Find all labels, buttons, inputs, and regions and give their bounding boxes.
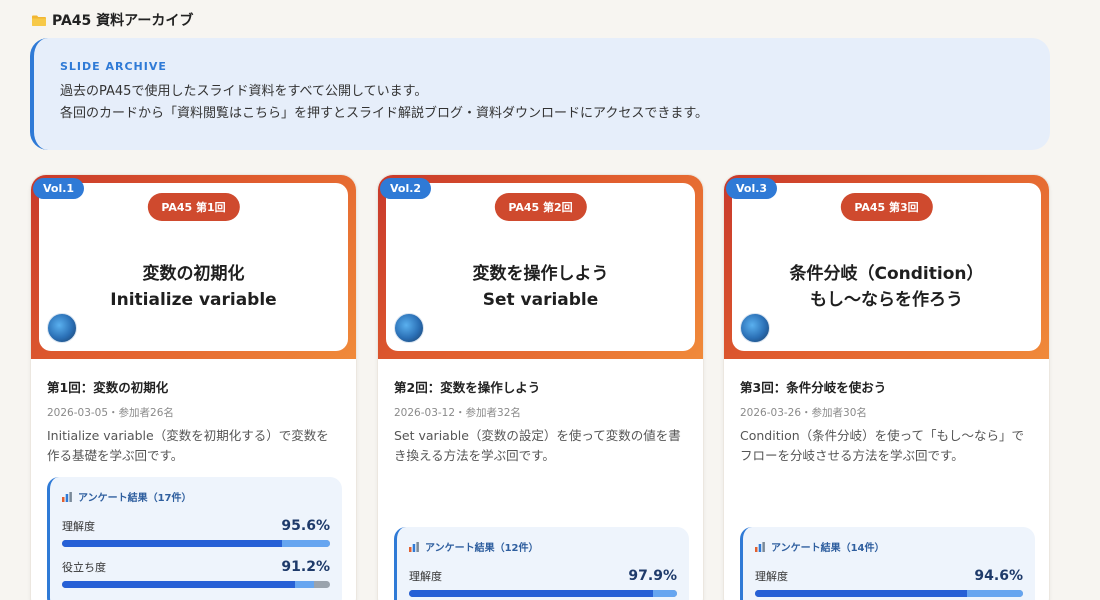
avatar xyxy=(740,313,770,343)
thumbnail-title-line-2: Initialize variable xyxy=(110,290,277,310)
thumbnail-title-line-2: もし〜ならを作ろう xyxy=(810,290,963,310)
card-meta: 2026-03-05・参加者26名 xyxy=(47,407,174,419)
metric-bar xyxy=(755,590,1023,597)
intro-kicker: SLIDE ARCHIVE xyxy=(60,60,167,73)
avatar xyxy=(47,313,77,343)
slide-thumbnail[interactable]: Vol.2 PA45 第2回 変数を操作しよう Set variable xyxy=(378,175,703,359)
card-description: Initialize variable（変数を初期化する）で変数を作る基礎を学ぶ… xyxy=(47,428,329,463)
card-title: 第3回：条件分岐を使おう xyxy=(740,380,887,395)
thumbnail-title: 変数の初期化 Initialize variable xyxy=(39,261,348,313)
thumbnail-title-line-1: 変数の初期化 xyxy=(142,264,245,284)
metric-bar-fill xyxy=(409,590,653,597)
metric-bar xyxy=(62,581,330,588)
session-pill: PA45 第1回 xyxy=(147,193,240,221)
metric-bar-soft xyxy=(295,581,314,588)
slide-card-1[interactable]: Vol.1 PA45 第1回 変数の初期化 Initialize variabl… xyxy=(30,174,357,600)
survey-panel: アンケート結果（12件） 理解度 97.9% xyxy=(394,527,689,600)
metric-value: 91.2% xyxy=(281,559,330,575)
metric-value: 97.9% xyxy=(628,568,677,584)
bar-chart-icon xyxy=(755,541,765,552)
metric-label: 理解度 xyxy=(409,570,442,583)
metric-understanding: 理解度 95.6% xyxy=(62,518,330,547)
thumbnail-title-line-1: 変数を操作しよう xyxy=(472,264,609,284)
metric-bar xyxy=(409,590,677,597)
metric-usefulness: 役立ち度 91.2% xyxy=(62,559,330,588)
bar-chart-icon xyxy=(409,541,419,552)
bar-chart-icon xyxy=(62,491,72,502)
thumbnail-title: 条件分岐（Condition） もし〜ならを作ろう xyxy=(732,261,1041,313)
card-meta: 2026-03-12・参加者32名 xyxy=(394,407,521,419)
vol-badge: Vol.2 xyxy=(380,178,432,199)
card-description: Set variable（変数の設定）を使って変数の値を書き換える方法を学ぶ回で… xyxy=(394,428,681,463)
session-pill: PA45 第3回 xyxy=(840,193,933,221)
metric-understanding: 理解度 94.6% xyxy=(755,568,1023,597)
intro-line-1: 過去のPA45で使用したスライド資料をすべて公開しています。 xyxy=(60,84,428,99)
metric-bar-fill xyxy=(62,540,282,547)
metric-value: 94.6% xyxy=(974,568,1023,584)
metric-label: 理解度 xyxy=(62,520,95,533)
thumbnail-title: 変数を操作しよう Set variable xyxy=(386,261,695,313)
metric-bar-fill xyxy=(755,590,967,597)
survey-heading: アンケート結果（12件） xyxy=(425,543,539,554)
card-title: 第2回：変数を操作しよう xyxy=(394,380,541,395)
vol-badge: Vol.3 xyxy=(726,178,778,199)
card-description: Condition（条件分岐）を使って「もし〜なら」でフローを分岐させる方法を学… xyxy=(740,428,1025,463)
metric-bar-fill xyxy=(62,581,296,588)
intro-line-2: 各回のカードから「資料閲覧はこちら」を押すとスライド解説ブログ・資料ダウンロード… xyxy=(60,106,709,121)
survey-heading: アンケート結果（17件） xyxy=(78,493,192,504)
survey-panel: アンケート結果（14件） 理解度 94.6% xyxy=(740,527,1035,600)
thumbnail-title-line-2: Set variable xyxy=(482,290,599,310)
slide-thumbnail[interactable]: Vol.3 PA45 第3回 条件分岐（Condition） もし〜ならを作ろう xyxy=(724,175,1049,359)
folder-icon xyxy=(32,15,46,26)
survey-panel: アンケート結果（17件） 理解度 95.6% 役立ち度 91.2% xyxy=(47,477,342,600)
metric-understanding: 理解度 97.9% xyxy=(409,568,677,597)
survey-heading: アンケート結果（14件） xyxy=(771,543,885,554)
slide-thumbnail[interactable]: Vol.1 PA45 第1回 変数の初期化 Initialize variabl… xyxy=(31,175,356,359)
thumbnail-title-line-1: 条件分岐（Condition） xyxy=(789,264,984,284)
card-title: 第1回：変数の初期化 xyxy=(47,380,169,395)
metric-bar-soft xyxy=(652,590,677,597)
vol-badge: Vol.1 xyxy=(33,178,85,199)
metric-label: 理解度 xyxy=(755,570,788,583)
page-title: PA45 資料アーカイブ xyxy=(52,13,194,29)
card-meta: 2026-03-26・参加者30名 xyxy=(740,407,867,419)
metric-label: 役立ち度 xyxy=(62,561,106,574)
intro-panel: SLIDE ARCHIVE 過去のPA45で使用したスライド資料をすべて公開して… xyxy=(30,38,1050,150)
slide-card-3[interactable]: Vol.3 PA45 第3回 条件分岐（Condition） もし〜ならを作ろう… xyxy=(723,174,1050,600)
metric-value: 95.6% xyxy=(281,518,330,534)
metric-bar-soft xyxy=(281,540,330,547)
metric-bar-soft xyxy=(966,590,1023,597)
avatar xyxy=(394,313,424,343)
page-header: PA45 資料アーカイブ xyxy=(32,10,193,30)
slide-card-2[interactable]: Vol.2 PA45 第2回 変数を操作しよう Set variable 第2回… xyxy=(377,174,704,600)
session-pill: PA45 第2回 xyxy=(494,193,587,221)
metric-bar xyxy=(62,540,330,547)
